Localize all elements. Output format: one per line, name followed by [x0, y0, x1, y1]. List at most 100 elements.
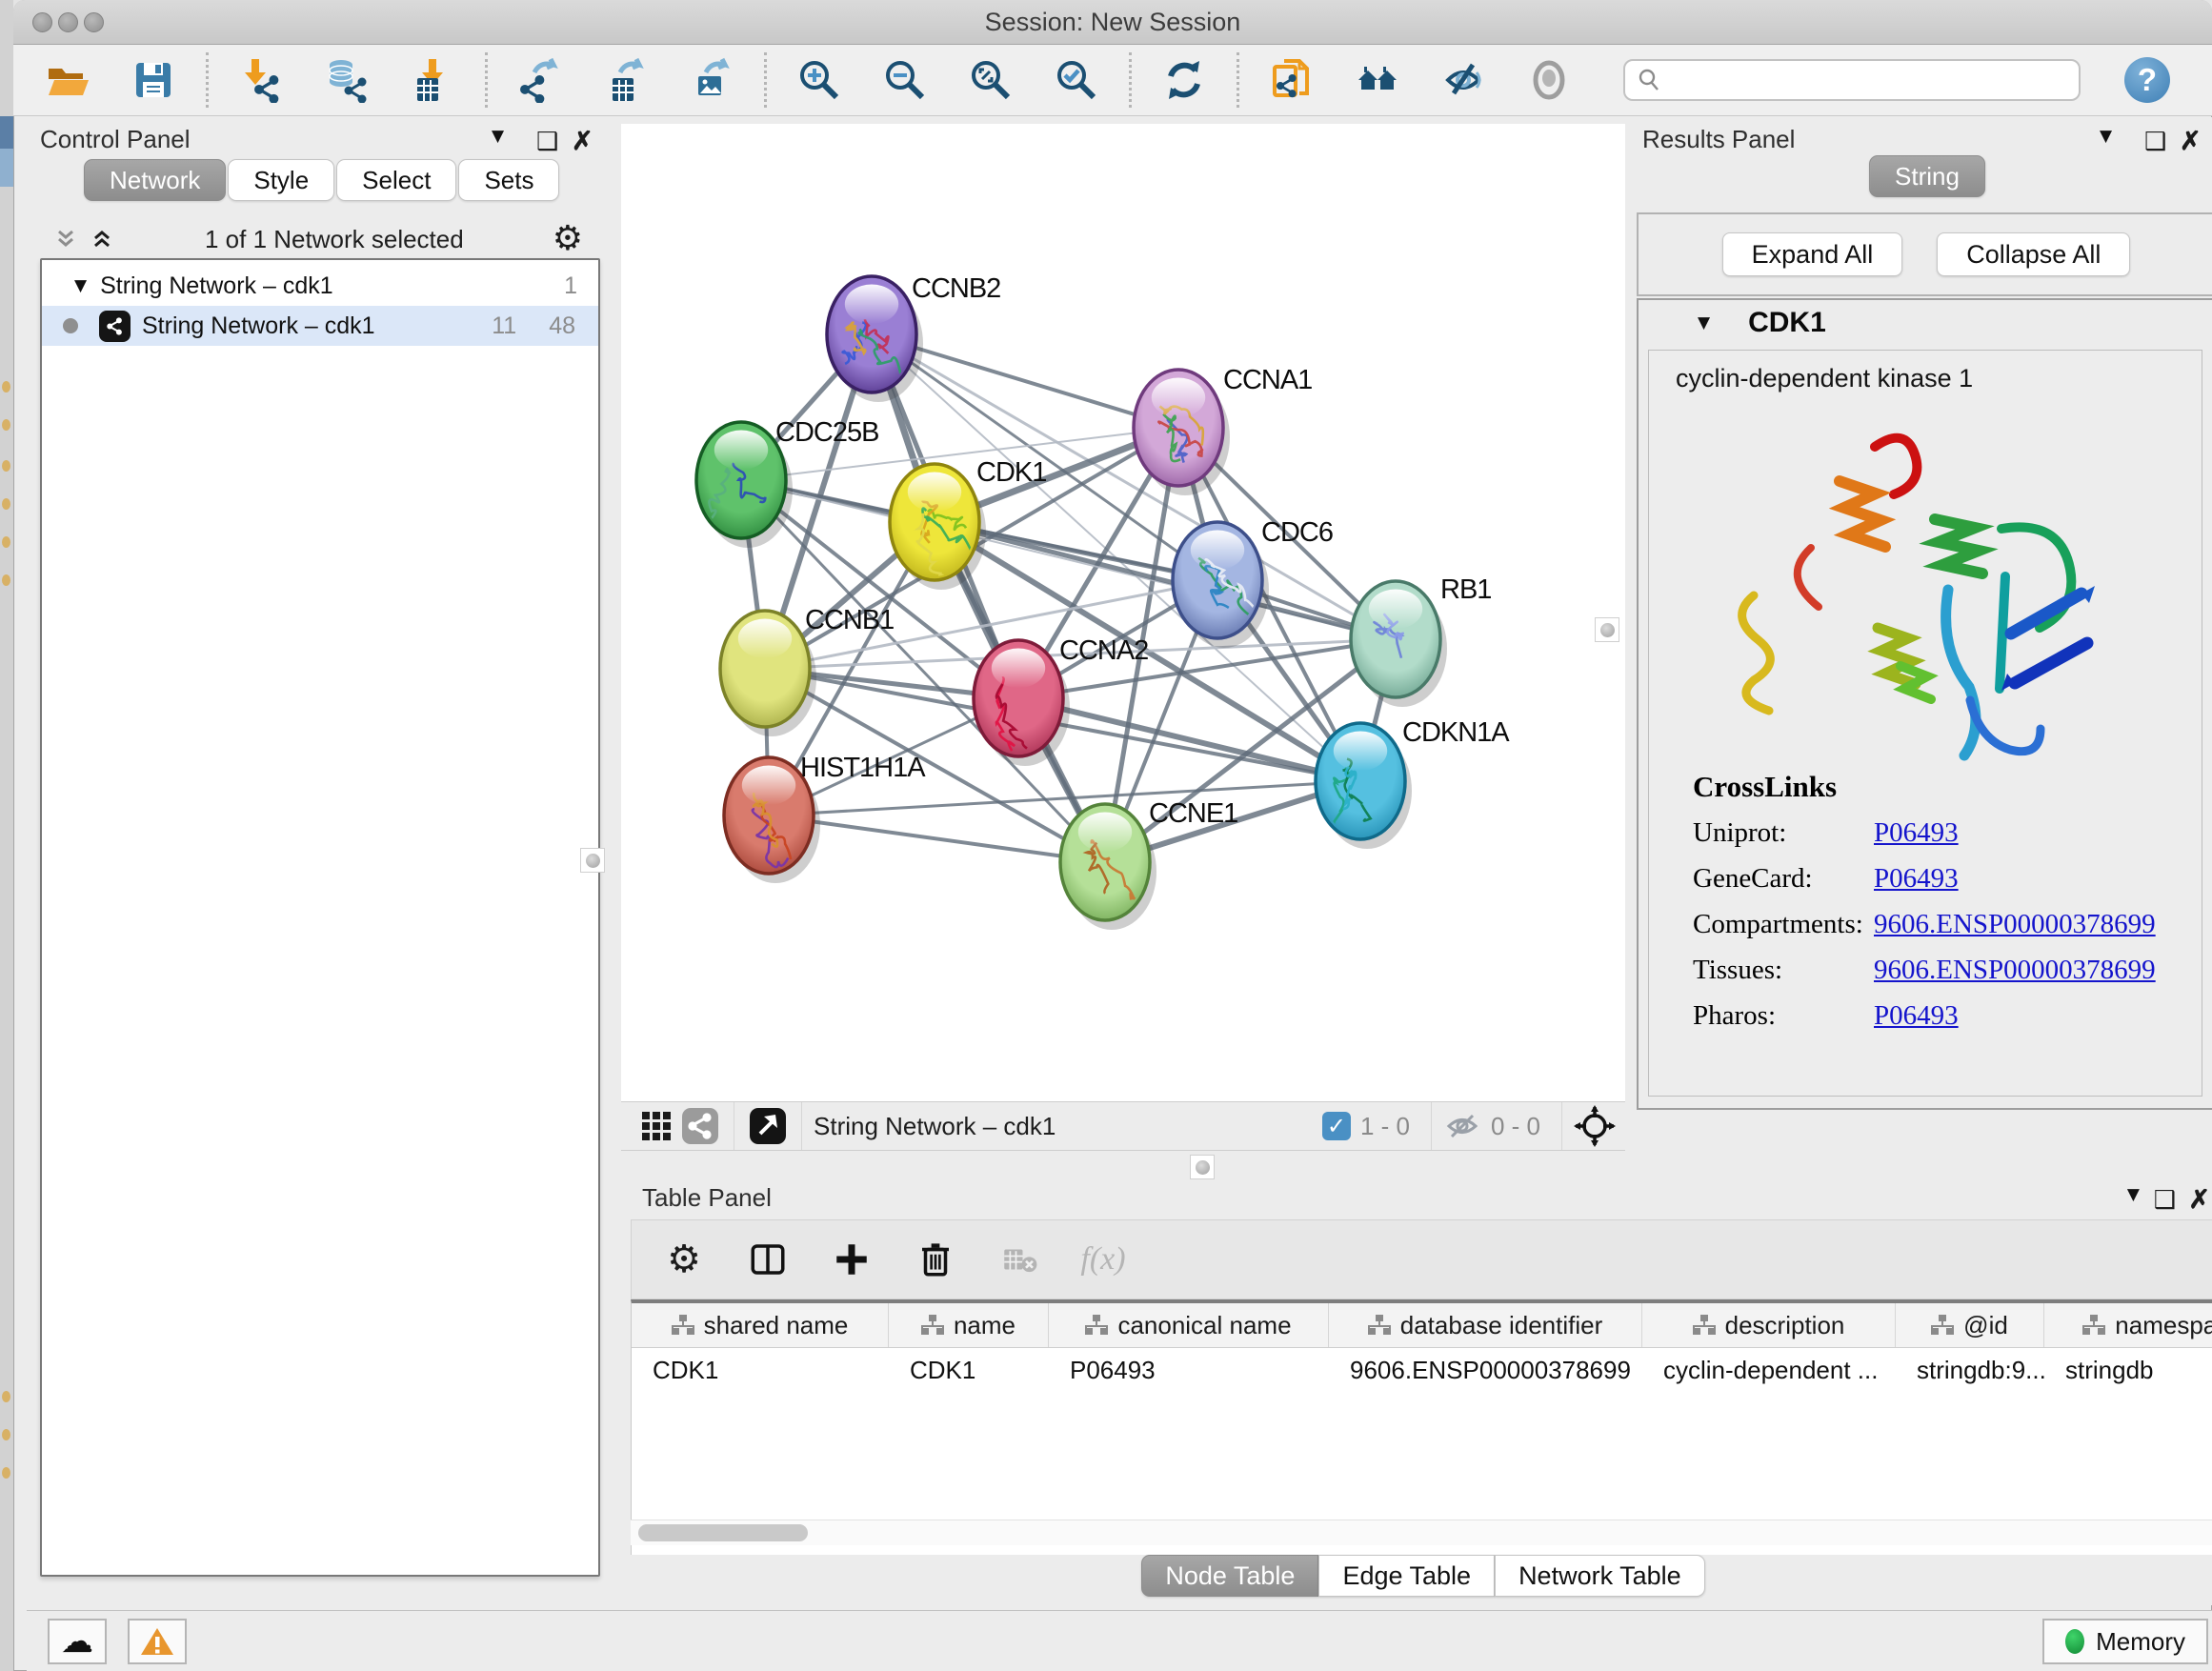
close-panel-icon[interactable]: ✗	[572, 127, 593, 156]
table-settings-icon[interactable]: ⚙	[658, 1234, 710, 1285]
preview-eye-icon[interactable]	[1523, 54, 1575, 106]
crosslink-link[interactable]: 9606.ENSP00000378699	[1874, 955, 2156, 986]
horizontal-splitter-handle[interactable]	[1190, 1155, 1215, 1179]
import-database-icon[interactable]	[321, 54, 372, 106]
collapse-all-button[interactable]: Collapse All	[1937, 232, 2130, 276]
crosslink-link[interactable]: P06493	[1874, 863, 1959, 895]
cell[interactable]: cyclin-dependent ...	[1642, 1348, 1896, 1392]
node-CDK1[interactable]	[890, 464, 986, 590]
add-row-icon[interactable]	[826, 1234, 877, 1285]
cell[interactable]: CDK1	[632, 1348, 889, 1392]
right-splitter-handle[interactable]	[1595, 617, 1619, 642]
collection-label: String Network – cdk1	[100, 272, 333, 300]
float-panel-icon[interactable]: ❑	[536, 127, 558, 156]
zoom-in-icon[interactable]	[794, 54, 845, 106]
network-row[interactable]: String Network – cdk1 11 48	[42, 306, 598, 346]
search-input[interactable]	[1663, 66, 2048, 95]
column-header-namespace[interactable]: namespace	[2044, 1303, 2212, 1347]
node-CCNB1[interactable]	[720, 611, 816, 736]
expand-all-button[interactable]: Expand All	[1722, 232, 1903, 276]
close-panel-icon[interactable]: ✗	[2180, 127, 2202, 156]
zoom-fit-icon[interactable]	[965, 54, 1016, 106]
zoom-out-icon[interactable]	[879, 54, 931, 106]
show-columns-icon[interactable]	[742, 1234, 794, 1285]
entry-disclosure-icon[interactable]: ▼	[1698, 313, 1710, 332]
expand-all-icon[interactable]	[88, 226, 116, 252]
zoom-selected-icon[interactable]	[1051, 54, 1102, 106]
export-table-icon[interactable]	[600, 54, 652, 106]
panel-menu-icon[interactable]: ▼	[2127, 1185, 2140, 1204]
network-canvas[interactable]: CCNB2CCNA1CDC25BCDK1CDC6RB1CCNB1CCNA2CDK…	[621, 124, 1625, 1101]
help-button[interactable]: ?	[2124, 57, 2170, 103]
crosslink-link[interactable]: P06493	[1874, 1000, 1959, 1032]
network-thumbnail-icon[interactable]	[678, 1100, 722, 1152]
clear-table-icon[interactable]	[994, 1234, 1045, 1285]
table-hscrollbar[interactable]	[631, 1520, 2212, 1545]
cell[interactable]: stringdb	[2044, 1348, 2212, 1392]
export-network-icon[interactable]	[514, 54, 566, 106]
refresh-icon[interactable]	[1158, 54, 1210, 106]
node-CCNA2[interactable]	[974, 640, 1070, 766]
import-network-icon[interactable]	[235, 54, 287, 106]
warnings-button[interactable]	[128, 1619, 187, 1664]
left-splitter-handle[interactable]	[580, 848, 605, 873]
birds-eye-icon[interactable]	[1574, 1105, 1616, 1147]
collapse-all-icon[interactable]	[51, 226, 80, 252]
column-header-@id[interactable]: @id	[1896, 1303, 2044, 1347]
tab-network-table[interactable]: Network Table	[1495, 1555, 1705, 1597]
tab-select[interactable]: Select	[336, 159, 456, 201]
cell[interactable]: P06493	[1049, 1348, 1329, 1392]
collection-disclosure-icon[interactable]: ▼	[74, 276, 87, 295]
column-header-name[interactable]: name	[889, 1303, 1049, 1347]
save-session-icon[interactable]	[128, 54, 179, 106]
node-CCNB2[interactable]	[827, 276, 923, 402]
delete-row-icon[interactable]	[910, 1234, 961, 1285]
export-image-icon[interactable]	[686, 54, 737, 106]
hide-eye-icon[interactable]	[1438, 54, 1489, 106]
panel-menu-icon[interactable]: ▼	[2100, 127, 2112, 146]
float-panel-icon[interactable]: ❑	[2144, 127, 2166, 156]
tab-string[interactable]: String	[1869, 155, 1985, 197]
memory-button[interactable]: Memory	[2042, 1619, 2208, 1664]
network-collection-row[interactable]: ▼ String Network – cdk1 1	[42, 266, 598, 306]
tab-node-table[interactable]: Node Table	[1141, 1555, 1318, 1597]
minimize-window-icon[interactable]	[58, 12, 78, 32]
cloud-button[interactable]: ☁	[48, 1619, 107, 1664]
duplicate-network-icon[interactable]	[1266, 54, 1317, 106]
homes-icon[interactable]	[1352, 54, 1403, 106]
node-CDKN1A[interactable]	[1316, 723, 1412, 849]
tab-network[interactable]: Network	[84, 159, 226, 201]
close-window-icon[interactable]	[32, 12, 52, 32]
function-builder-icon[interactable]: f(x)	[1077, 1234, 1129, 1285]
cell[interactable]: 9606.ENSP00000378699	[1329, 1348, 1642, 1392]
node-table[interactable]: shared namenamecanonical namedatabase id…	[631, 1299, 2212, 1555]
node-CDC6[interactable]	[1173, 522, 1269, 648]
maximize-window-icon[interactable]	[84, 12, 104, 32]
tab-sets[interactable]: Sets	[458, 159, 559, 201]
column-header-shared-name[interactable]: shared name	[632, 1303, 889, 1347]
column-header-canonical-name[interactable]: canonical name	[1049, 1303, 1329, 1347]
float-panel-icon[interactable]: ❑	[2154, 1185, 2176, 1215]
selected-checkbox-icon[interactable]: ✓	[1322, 1112, 1351, 1140]
panel-menu-icon[interactable]: ▼	[492, 127, 504, 146]
network-options-gear-icon[interactable]: ⚙	[553, 222, 583, 256]
detach-view-icon[interactable]	[746, 1100, 790, 1152]
tab-style[interactable]: Style	[228, 159, 334, 201]
import-table-icon[interactable]	[407, 54, 458, 106]
cell[interactable]: stringdb:9...	[1896, 1348, 2044, 1392]
crosslink-link[interactable]: 9606.ENSP00000378699	[1874, 909, 2156, 940]
table-row[interactable]: CDK1CDK1P064939606.ENSP00000378699cyclin…	[632, 1348, 2212, 1392]
search-box[interactable]	[1623, 59, 2081, 101]
cell[interactable]: CDK1	[889, 1348, 1049, 1392]
open-session-icon[interactable]	[42, 54, 93, 106]
close-panel-icon[interactable]: ✗	[2188, 1185, 2210, 1215]
tab-edge-table[interactable]: Edge Table	[1318, 1555, 1495, 1597]
crosslink-link[interactable]: P06493	[1874, 817, 1959, 849]
entry-header[interactable]: ▼ CDK1	[1639, 300, 2212, 346]
column-header-description[interactable]: description	[1642, 1303, 1896, 1347]
scrollbar-thumb[interactable]	[638, 1524, 808, 1541]
node-RB1[interactable]	[1351, 581, 1447, 707]
node-CCNE1[interactable]	[1060, 804, 1156, 930]
grid-view-icon[interactable]	[634, 1100, 678, 1152]
column-header-database-identifier[interactable]: database identifier	[1329, 1303, 1642, 1347]
